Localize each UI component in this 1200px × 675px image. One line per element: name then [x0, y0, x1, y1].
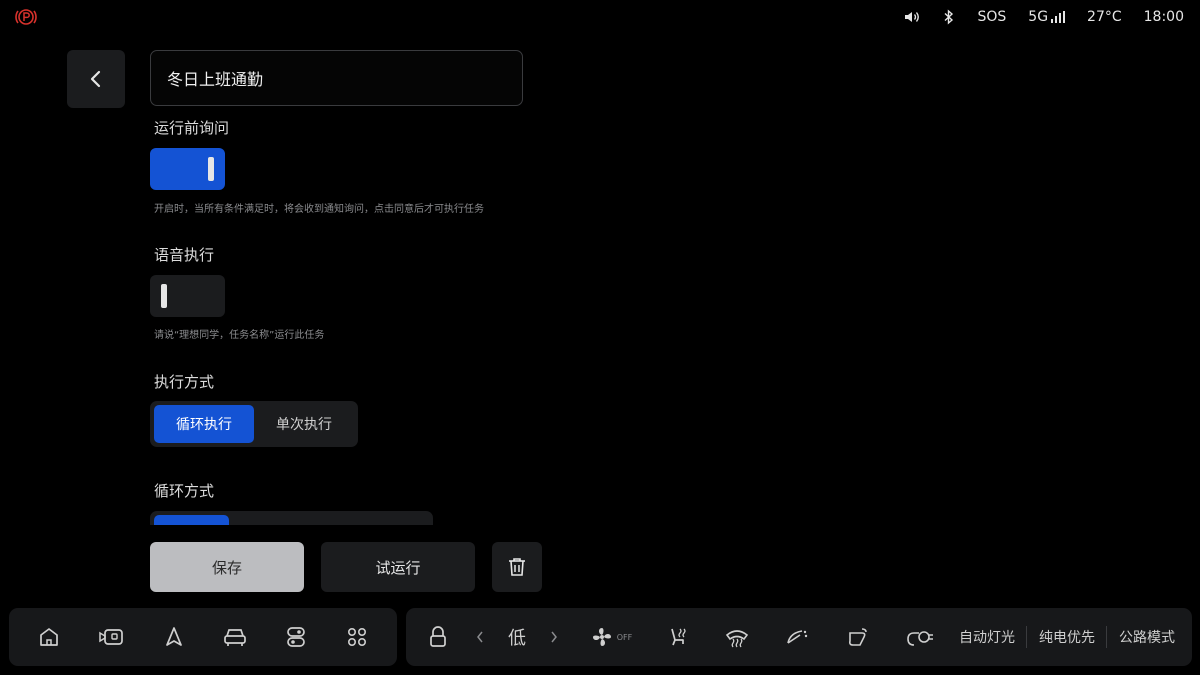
dock-divider — [1026, 626, 1027, 648]
seat-heating-icon[interactable] — [664, 608, 692, 666]
task-name-input[interactable] — [150, 50, 523, 106]
delete-button[interactable] — [492, 542, 542, 592]
front-defrost-icon[interactable] — [722, 608, 752, 666]
toggle-knob — [208, 157, 214, 181]
execution-mode-once[interactable]: 单次执行 — [254, 405, 354, 443]
ask-before-run-toggle[interactable] — [150, 148, 225, 190]
controls-icon[interactable] — [285, 625, 307, 649]
execution-mode-selector: 循环执行 单次执行 — [150, 401, 358, 447]
wiper-icon[interactable] — [782, 608, 812, 666]
execution-mode-loop[interactable]: 循环执行 — [154, 405, 254, 443]
dock-divider — [1106, 626, 1107, 648]
auto-lights-button[interactable]: 自动灯光 — [956, 608, 1018, 666]
status-bar: SOS 5G 27°C 18:00 — [0, 0, 1200, 34]
loop-mode-active-option[interactable] — [154, 515, 229, 525]
fan-state-label: OFF — [616, 632, 633, 642]
app-dock — [9, 608, 397, 666]
toggle-knob — [161, 284, 167, 308]
ask-before-run-title: 运行前询问 — [154, 119, 230, 137]
execution-mode-title: 执行方式 — [154, 373, 215, 391]
charge-port-icon[interactable] — [904, 608, 936, 666]
fan-toggle[interactable]: OFF — [586, 608, 636, 666]
loop-mode-title: 循环方式 — [154, 482, 215, 500]
temperature-label: 27°C — [1087, 9, 1122, 25]
home-icon[interactable] — [38, 626, 60, 648]
save-button[interactable]: 保存 — [150, 542, 304, 592]
voice-execute-toggle[interactable] — [150, 275, 225, 317]
lock-icon[interactable] — [426, 608, 450, 666]
ask-before-run-hint: 开启时，当所有条件满足时，将会收到通知询问，点击同意后才可执行任务 — [154, 204, 484, 215]
road-mode-button[interactable]: 公路模式 — [1116, 608, 1178, 666]
test-run-button[interactable]: 试运行 — [321, 542, 475, 592]
ev-priority-button[interactable]: 纯电优先 — [1036, 608, 1098, 666]
bluetooth-icon[interactable] — [943, 9, 955, 25]
fan-increase-icon[interactable] — [546, 608, 562, 666]
clock-label: 18:00 — [1143, 9, 1184, 25]
network-indicator: 5G — [1028, 9, 1066, 25]
voice-execute-hint: 请说“理想同学，任务名称”运行此任务 — [154, 330, 325, 341]
status-indicators: SOS 5G 27°C 18:00 — [903, 0, 1184, 34]
loop-mode-selector[interactable] — [150, 511, 433, 525]
car-icon[interactable] — [223, 626, 247, 648]
back-button[interactable] — [67, 50, 125, 108]
network-label: 5G — [1028, 9, 1049, 25]
fan-speed-label: 低 — [508, 628, 526, 649]
fan-decrease-icon[interactable] — [472, 608, 488, 666]
volume-icon[interactable] — [903, 10, 921, 24]
sos-label[interactable]: SOS — [977, 9, 1006, 25]
apps-grid-icon[interactable] — [346, 626, 368, 648]
fan-icon — [590, 625, 614, 649]
parking-brake-icon — [14, 7, 38, 27]
mirror-fold-icon[interactable] — [842, 608, 872, 666]
chevron-left-icon — [89, 69, 103, 89]
navigation-icon[interactable] — [163, 626, 185, 648]
voice-execute-title: 语音执行 — [154, 246, 215, 264]
signal-icon — [1051, 11, 1066, 23]
camera-icon[interactable] — [98, 626, 124, 648]
trash-icon — [508, 557, 526, 577]
climate-dock: 低 OFF 自动灯光 纯电优先 公路模式 — [406, 608, 1192, 666]
